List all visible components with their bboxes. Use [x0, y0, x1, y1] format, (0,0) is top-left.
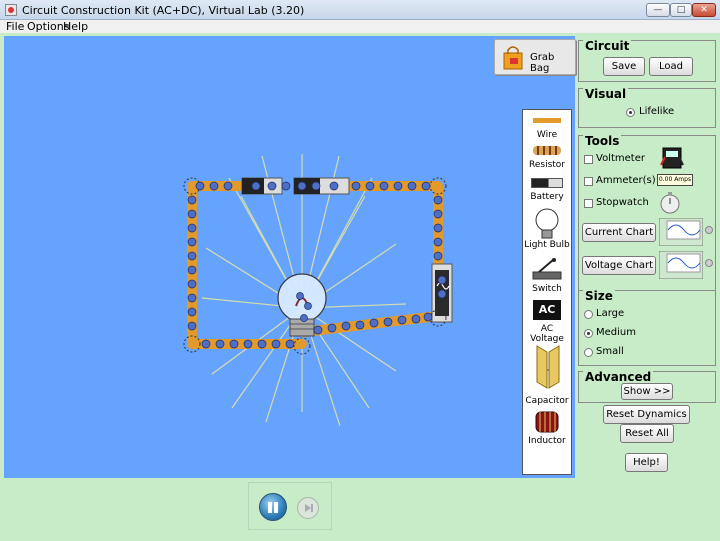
- size-panel: Size Large Medium Small: [578, 289, 716, 366]
- resistor-icon: [533, 146, 561, 155]
- voltmeter-icon: [660, 147, 684, 169]
- voltage-chart-button[interactable]: Voltage Chart: [582, 256, 656, 275]
- toolbox-capacitor[interactable]: Capacitor: [523, 342, 571, 406]
- maximize-button[interactable]: □: [670, 3, 692, 17]
- circuit-panel: Circuit Save Load: [578, 39, 716, 82]
- stopwatch-checkbox[interactable]: [584, 199, 593, 208]
- battery-label: Battery: [530, 192, 564, 202]
- light-bulb-icon: [535, 208, 559, 239]
- playback-controls: [248, 482, 332, 530]
- ammeter-label: Ammeter(s): [596, 175, 656, 186]
- battery-icon: [531, 178, 563, 188]
- close-button[interactable]: ✕: [692, 3, 716, 17]
- toolbox-inductor[interactable]: Inductor: [523, 410, 571, 450]
- voltage-chart-icon: [659, 251, 703, 279]
- ammeter-checkbox[interactable]: [584, 177, 593, 186]
- switch-icon: [532, 258, 562, 280]
- ammeter-readout: 0.00 Amps: [657, 174, 693, 186]
- wire-icon: [533, 118, 561, 123]
- toolbox-battery[interactable]: Battery: [523, 176, 571, 206]
- size-medium-radio[interactable]: [584, 329, 593, 338]
- size-large-label: Large: [596, 308, 625, 319]
- current-chart-icon: [659, 218, 703, 246]
- size-panel-title: Size: [583, 289, 615, 303]
- capacitor-icon: [536, 345, 560, 389]
- voltmeter-checkbox[interactable]: [584, 155, 593, 164]
- size-medium-label: Medium: [596, 327, 636, 338]
- inductor-label: Inductor: [528, 436, 566, 446]
- save-button[interactable]: Save: [603, 57, 645, 76]
- pause-button[interactable]: [259, 493, 287, 521]
- toolbox-light-bulb[interactable]: Light Bulb: [523, 206, 571, 252]
- shopping-bag-icon: [503, 46, 523, 70]
- stopwatch-icon: [660, 192, 680, 214]
- size-small-label: Small: [596, 346, 624, 357]
- tools-panel: Tools Voltmeter Ammeter(s) 0.00 Amps Sto…: [578, 134, 716, 313]
- advanced-panel: Advanced Show >>: [578, 370, 716, 403]
- menu-file[interactable]: File: [6, 20, 24, 33]
- help-button[interactable]: Help!: [625, 453, 668, 472]
- advanced-show-button[interactable]: Show >>: [621, 383, 673, 400]
- grab-bag-button[interactable]: Grab Bag: [494, 39, 576, 75]
- current-chart-gear-icon[interactable]: [705, 226, 713, 234]
- visual-panel-title: Visual: [583, 87, 629, 101]
- size-large-radio[interactable]: [584, 310, 593, 319]
- capacitor-label: Capacitor: [525, 396, 569, 406]
- inductor-icon: [535, 411, 559, 433]
- minimize-button[interactable]: —: [646, 3, 670, 17]
- switch-label: Switch: [532, 284, 562, 294]
- toolbox-ac-voltage[interactable]: AC AC Voltage: [523, 300, 571, 344]
- reset-all-button[interactable]: Reset All: [620, 424, 674, 443]
- step-button[interactable]: [297, 497, 319, 519]
- light-bulb-label: Light Bulb: [524, 240, 570, 250]
- java-app-icon: [5, 4, 17, 16]
- stopwatch-label: Stopwatch: [596, 197, 649, 208]
- lifelike-radio[interactable]: [626, 108, 635, 117]
- menu-help[interactable]: Help: [63, 20, 88, 33]
- resistor-label: Resistor: [529, 160, 565, 170]
- title-bar: Circuit Construction Kit (AC+DC), Virtua…: [0, 0, 720, 20]
- voltage-chart-gear-icon[interactable]: [705, 259, 713, 267]
- visual-panel: Visual Lifelike: [578, 87, 716, 128]
- ac-voltage-label: AC Voltage: [530, 324, 564, 344]
- toolbox-switch[interactable]: Switch: [523, 256, 571, 296]
- lifelike-label: Lifelike: [639, 106, 675, 117]
- tools-panel-title: Tools: [583, 134, 622, 148]
- ac-voltage-icon: AC: [533, 300, 561, 320]
- current-chart-button[interactable]: Current Chart: [582, 223, 656, 242]
- grab-bag-label: Grab Bag: [530, 52, 555, 74]
- work-area: Grab Bag Wire Resistor Battery Light Bul…: [0, 33, 720, 541]
- voltmeter-label: Voltmeter: [596, 153, 645, 164]
- toolbox-wire[interactable]: Wire: [523, 116, 571, 142]
- size-small-radio[interactable]: [584, 348, 593, 357]
- window-title: Circuit Construction Kit (AC+DC), Virtua…: [22, 4, 305, 17]
- reset-dynamics-button[interactable]: Reset Dynamics: [603, 405, 690, 424]
- circuit-canvas[interactable]: Grab Bag Wire Resistor Battery Light Bul…: [4, 36, 576, 478]
- advanced-panel-title: Advanced: [583, 370, 654, 384]
- toolbox-resistor[interactable]: Resistor: [523, 144, 571, 172]
- wire-label: Wire: [536, 130, 558, 140]
- menu-bar: File Options Help: [0, 20, 720, 33]
- component-toolbox: Wire Resistor Battery Light Bulb Switch …: [522, 109, 572, 475]
- circuit-panel-title: Circuit: [583, 39, 632, 53]
- load-button[interactable]: Load: [649, 57, 693, 76]
- circuit-drawing: [183, 154, 453, 427]
